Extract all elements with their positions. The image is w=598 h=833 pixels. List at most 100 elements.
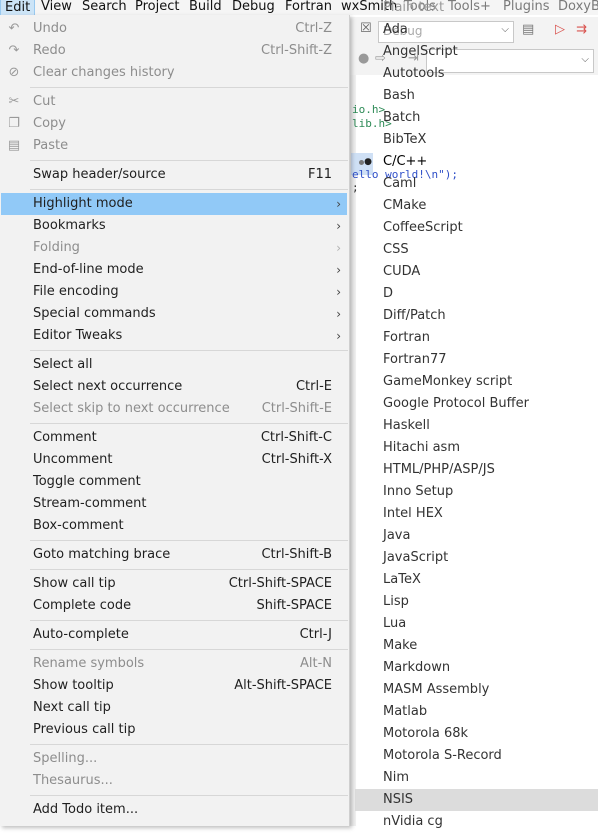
highlight-mode-item-css[interactable]: CSS: [355, 239, 598, 261]
cut-icon: ✂: [8, 94, 20, 109]
highlight-mode-item-nsis[interactable]: NSIS: [355, 789, 598, 811]
highlight-mode-item-make[interactable]: Make: [355, 635, 598, 657]
menu-item-rename-symbols[interactable]: Rename symbols Alt-N: [1, 653, 347, 675]
menu-item-thesaurus[interactable]: Thesaurus...: [1, 770, 347, 792]
highlight-mode-item-label: Plain text: [383, 0, 445, 15]
highlight-mode-item-label: Haskell: [383, 418, 430, 433]
menu-item-uncomment[interactable]: Uncomment Ctrl-Shift-X: [1, 449, 347, 471]
menu-item-redo[interactable]: ↷ Redo Ctrl-Shift-Z: [1, 40, 347, 62]
menu-debug[interactable]: Debug: [228, 0, 279, 15]
highlight-mode-item-lua[interactable]: Lua: [355, 613, 598, 635]
highlight-mode-item-cuda[interactable]: CUDA: [355, 261, 598, 283]
menu-item-goto-matching-brace[interactable]: Goto matching brace Ctrl-Shift-B: [1, 544, 347, 566]
menu-separator: [30, 795, 348, 796]
highlight-mode-item-motorola-68k[interactable]: Motorola 68k: [355, 723, 598, 745]
highlight-mode-item-intel-hex[interactable]: Intel HEX: [355, 503, 598, 525]
highlight-mode-item-autotools[interactable]: Autotools: [355, 63, 598, 85]
menu-edit[interactable]: Edit: [0, 0, 36, 15]
menu-build[interactable]: Build: [185, 0, 226, 15]
menu-item-label: Select next occurrence: [33, 379, 183, 394]
menu-item-shortcut: Ctrl-J: [299, 627, 332, 642]
menu-item-label: Show call tip: [33, 576, 116, 591]
menu-search[interactable]: Search: [78, 0, 131, 15]
menu-item-toggle-comment[interactable]: Toggle comment: [1, 471, 347, 493]
menu-fortran[interactable]: Fortran: [281, 0, 336, 15]
menu-item-label: Complete code: [33, 598, 132, 613]
menu-item-end-of-line-mode[interactable]: End-of-line mode ›: [1, 259, 347, 281]
menu-item-next-call-tip[interactable]: Next call tip: [1, 697, 347, 719]
menu-item-select-skip-to-next-occurrence[interactable]: Select skip to next occurrence Ctrl-Shif…: [1, 398, 347, 420]
highlight-mode-submenu: Plain text Ada AngelScript Autotools Bash Bat…: [355, 0, 598, 829]
highlight-mode-item-bibtex[interactable]: BibTeX: [355, 129, 598, 151]
highlight-mode-item-google-protocol-buffer[interactable]: Google Protocol Buffer: [355, 393, 598, 415]
highlight-mode-item-lisp[interactable]: Lisp: [355, 591, 598, 613]
highlight-mode-item-ada[interactable]: Ada: [355, 19, 598, 41]
menu-item-shortcut: Ctrl-Shift-C: [260, 430, 332, 445]
highlight-mode-item-coffeescript[interactable]: CoffeeScript: [355, 217, 598, 239]
highlight-mode-item-bash[interactable]: Bash: [355, 85, 598, 107]
highlight-mode-item-label: Intel HEX: [383, 506, 443, 521]
highlight-mode-item-matlab[interactable]: Matlab: [355, 701, 598, 723]
menu-item-highlight-mode[interactable]: Highlight mode ›: [1, 193, 347, 215]
highlight-mode-item-markdown[interactable]: Markdown: [355, 657, 598, 679]
highlight-mode-item-label: CMake: [383, 198, 427, 213]
menu-item-undo[interactable]: ↶ Undo Ctrl-Z: [1, 18, 347, 40]
menu-item-select-next-occurrence[interactable]: Select next occurrence Ctrl-E: [1, 376, 347, 398]
menu-item-show-tooltip[interactable]: Show tooltip Alt-Shift-SPACE: [1, 675, 347, 697]
menu-item-label: Cut: [33, 94, 56, 109]
undo-icon: ↶: [8, 21, 20, 36]
highlight-mode-item-hitachi-asm[interactable]: Hitachi asm: [355, 437, 598, 459]
menu-item-label: Toggle comment: [33, 474, 141, 489]
highlight-mode-item-motorola-s-record[interactable]: Motorola S-Record: [355, 745, 598, 767]
menu-item-editor-tweaks[interactable]: Editor Tweaks ›: [1, 325, 347, 347]
highlight-mode-item-caml[interactable]: Caml: [355, 173, 598, 195]
highlight-mode-item-gamemonkey-script[interactable]: GameMonkey script: [355, 371, 598, 393]
menu-item-folding[interactable]: Folding ›: [1, 237, 347, 259]
highlight-mode-item-javascript[interactable]: JavaScript: [355, 547, 598, 569]
menu-item-copy[interactable]: ❐ Copy: [1, 113, 347, 135]
menu-project[interactable]: Project: [131, 0, 183, 15]
highlight-mode-item-inno-setup[interactable]: Inno Setup: [355, 481, 598, 503]
menu-item-spelling[interactable]: Spelling...: [1, 748, 347, 770]
highlight-mode-item-plain-text[interactable]: Plain text: [355, 0, 598, 19]
highlight-mode-item-fortran77[interactable]: Fortran77: [355, 349, 598, 371]
highlight-mode-item-angelscript[interactable]: AngelScript: [355, 41, 598, 63]
menu-item-select-all[interactable]: Select all: [1, 354, 347, 376]
highlight-mode-item-nim[interactable]: Nim: [355, 767, 598, 789]
menu-item-box-comment[interactable]: Box-comment: [1, 515, 347, 537]
menu-separator: [30, 189, 348, 190]
highlight-mode-item-latex[interactable]: LaTeX: [355, 569, 598, 591]
menu-separator: [30, 540, 348, 541]
highlight-mode-item-fortran[interactable]: Fortran: [355, 327, 598, 349]
menu-item-add-todo-item[interactable]: Add Todo item...: [1, 799, 347, 821]
highlight-mode-item-label: NSIS: [383, 792, 414, 807]
highlight-mode-item-c-c[interactable]: ● C/C++: [355, 151, 598, 173]
highlight-mode-item-label: GameMonkey script: [383, 374, 513, 389]
menu-item-comment[interactable]: Comment Ctrl-Shift-C: [1, 427, 347, 449]
highlight-mode-item-batch[interactable]: Batch: [355, 107, 598, 129]
highlight-mode-item-label: BibTeX: [383, 132, 427, 147]
menu-item-clear-changes-history[interactable]: ⊘ Clear changes history: [1, 62, 347, 84]
menu-item-special-commands[interactable]: Special commands ›: [1, 303, 347, 325]
menu-item-show-call-tip[interactable]: Show call tip Ctrl-Shift-SPACE: [1, 573, 347, 595]
highlight-mode-item-haskell[interactable]: Haskell: [355, 415, 598, 437]
menu-item-swap-header-source[interactable]: Swap header/source F11: [1, 164, 347, 186]
menu-item-cut[interactable]: ✂ Cut: [1, 91, 347, 113]
highlight-mode-item-diff-patch[interactable]: Diff/Patch: [355, 305, 598, 327]
menu-item-bookmarks[interactable]: Bookmarks ›: [1, 215, 347, 237]
menu-item-label: Uncomment: [33, 452, 113, 467]
highlight-mode-item-html-php-asp-js[interactable]: HTML/PHP/ASP/JS: [355, 459, 598, 481]
menu-item-previous-call-tip[interactable]: Previous call tip: [1, 719, 347, 741]
highlight-mode-item-cmake[interactable]: CMake: [355, 195, 598, 217]
menu-item-paste[interactable]: ▤ Paste: [1, 135, 347, 157]
highlight-mode-item-d[interactable]: D: [355, 283, 598, 305]
menu-item-complete-code[interactable]: Complete code Shift-SPACE: [1, 595, 347, 617]
menu-item-file-encoding[interactable]: File encoding ›: [1, 281, 347, 303]
highlight-mode-item-masm-assembly[interactable]: MASM Assembly: [355, 679, 598, 701]
highlight-mode-item-nvidia-cg[interactable]: nVidia cg: [355, 811, 598, 833]
highlight-mode-item-label: MASM Assembly: [383, 682, 490, 697]
menu-view[interactable]: View: [37, 0, 76, 15]
menu-item-auto-complete[interactable]: Auto-complete Ctrl-J: [1, 624, 347, 646]
highlight-mode-item-java[interactable]: Java: [355, 525, 598, 547]
menu-item-stream-comment[interactable]: Stream-comment: [1, 493, 347, 515]
